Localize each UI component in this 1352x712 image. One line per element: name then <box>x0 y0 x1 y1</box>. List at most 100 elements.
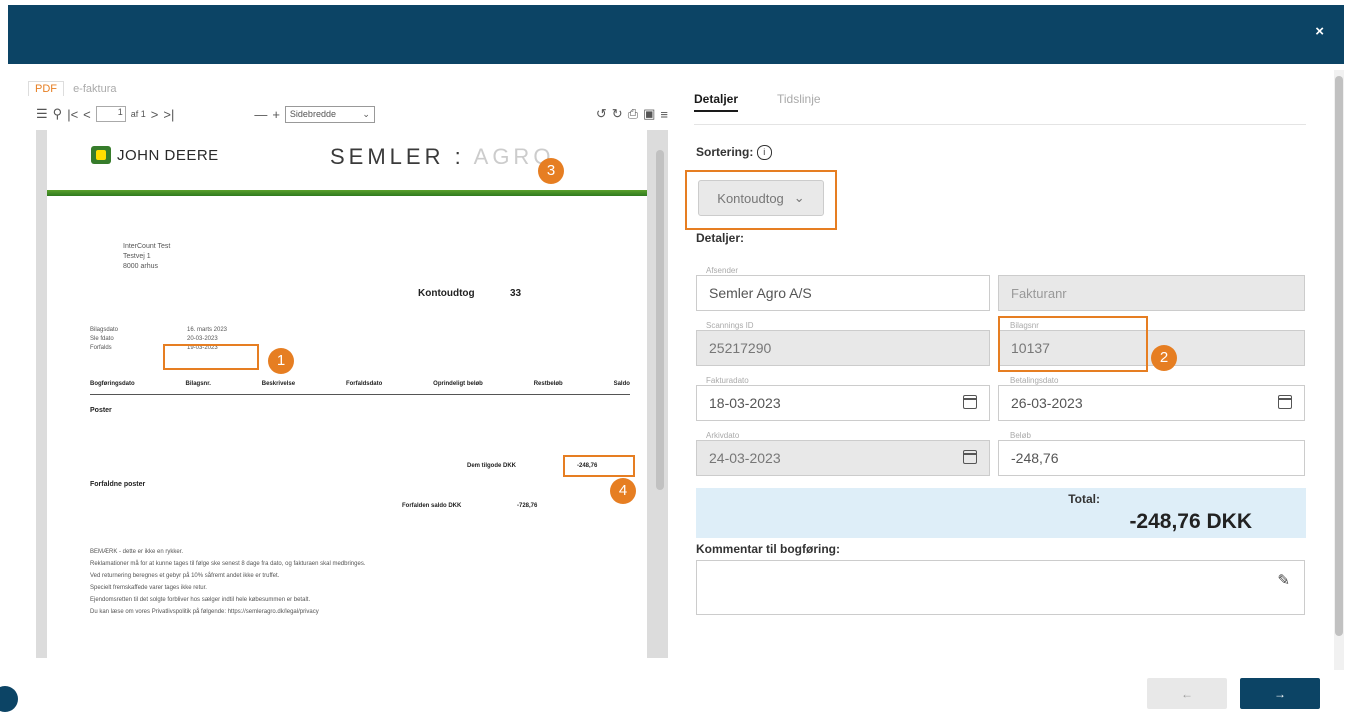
scan-id-value: 25217290 <box>709 340 772 356</box>
section-overdue-label: Forfaldne poster <box>90 481 146 488</box>
pdf-toolbar: ☰ ⚲ |< < 1 af 1 > >| — + Sidebredde ⌄ ↺ ↻… <box>36 101 668 127</box>
sender-label: Afsender <box>706 266 739 275</box>
total-label: Total: <box>1068 492 1100 506</box>
close-icon[interactable]: × <box>1315 23 1324 40</box>
prev-page-icon[interactable]: < <box>83 107 91 122</box>
sidebar-toggle-icon[interactable]: ☰ <box>36 106 48 122</box>
section-overdue: Forfaldne poster <box>90 480 145 489</box>
section-posts: Poster <box>90 406 112 415</box>
marker-badge-3: 3 <box>538 158 564 184</box>
panel-scrollbar[interactable] <box>1334 70 1344 670</box>
calendar-icon[interactable] <box>963 395 977 409</box>
overdue-total-amount: -728,76 <box>517 503 538 509</box>
details-label: Detaljer: <box>696 231 745 245</box>
meta-labels: Bilagsdato Sle fdato Forfalds <box>90 326 118 353</box>
page-number-input[interactable]: 1 <box>95 106 126 122</box>
menu-icon[interactable]: ≡ <box>660 107 668 122</box>
address-line: Testvej 1 <box>123 253 151 260</box>
print-icon[interactable]: ⎙ <box>628 106 638 122</box>
download-icon[interactable]: ▣ <box>643 106 655 122</box>
meta-label: Sle fdato <box>90 336 114 342</box>
john-deere-text: JOHN DEERE <box>117 146 219 164</box>
divider <box>90 394 630 395</box>
sorting-label: Sortering: i <box>696 145 772 161</box>
zoom-in-icon[interactable]: + <box>272 107 280 122</box>
pay-date-field[interactable]: 26-03-2023 <box>998 385 1305 421</box>
calendar-icon[interactable] <box>1278 395 1292 409</box>
pay-date-label: Betalingsdato <box>1010 376 1059 385</box>
due-total-label: Dem tilgode DKK <box>467 462 516 471</box>
sorting-value: Kontoudtog <box>717 190 784 206</box>
total-panel: Total: -248,76 DKK <box>696 488 1306 538</box>
comment-label: Kommentar til bogføring: <box>696 542 840 556</box>
pdf-tab-bar: PDF e-faktura <box>28 81 122 96</box>
col-header: Forfaldsdato <box>345 381 383 387</box>
zoom-select-value: Sidebredde <box>289 109 336 119</box>
sorting-dropdown[interactable]: Kontoudtog ⌄ <box>698 180 824 216</box>
last-page-icon[interactable]: >| <box>163 107 174 122</box>
pdf-viewport[interactable]: JOHN DEERE SEMLER : AGRO InterCount Test… <box>36 130 668 658</box>
info-icon[interactable]: i <box>756 145 772 161</box>
tab-details[interactable]: Detaljer <box>694 92 739 112</box>
meta-label: Bilagsdato <box>90 327 119 333</box>
zoom-select[interactable]: Sidebredde ⌄ <box>284 105 375 123</box>
previous-button[interactable]: ← <box>1147 678 1227 709</box>
footer-notes: BEMÆRK - dette er ikke en rykker. Reklam… <box>90 546 365 618</box>
amount-label: Beløb <box>1010 431 1031 440</box>
calendar-icon <box>963 450 977 464</box>
semler-agro-logo: SEMLER : AGRO <box>330 144 554 170</box>
address-line: 8000 arhus <box>123 263 159 270</box>
footer-line: Ejendomsretten til det solgte forbliver … <box>90 597 311 603</box>
tab-pdf[interactable]: PDF <box>28 81 64 96</box>
semler-text: SEMLER <box>330 144 445 169</box>
highlight-box-2 <box>998 316 1148 372</box>
scrollbar-thumb[interactable] <box>1335 76 1343 636</box>
pay-date-value: 26-03-2023 <box>1011 395 1083 411</box>
brand-stripe <box>47 190 647 196</box>
marker-badge-2: 2 <box>1151 345 1177 371</box>
invoice-date-value: 18-03-2023 <box>709 395 781 411</box>
next-page-icon[interactable]: > <box>151 107 159 122</box>
highlight-box-1 <box>163 344 259 370</box>
overdue-total-text: Forfalden saldo DKK <box>402 503 462 509</box>
amount-value: -248,76 <box>1011 450 1059 466</box>
archive-date-field[interactable]: 24-03-2023 <box>696 440 990 476</box>
footer-line: Ved returnering beregnes et gebyr på 10%… <box>90 573 280 579</box>
marker-badge-1: 1 <box>268 348 294 374</box>
doc-title: Kontoudtog <box>418 288 475 299</box>
footer-line: BEMÆRK - dette er ikke en rykker. <box>90 549 184 555</box>
col-header: Bilagsnr. <box>185 381 211 387</box>
sender-field[interactable]: Semler Agro A/S <box>696 275 990 311</box>
tab-e-faktura[interactable]: e-faktura <box>67 82 122 96</box>
pencil-icon[interactable]: ✎ <box>1277 571 1290 589</box>
pdf-scrollbar[interactable] <box>656 150 664 490</box>
archive-date-value: 24-03-2023 <box>709 450 781 466</box>
scan-id-field[interactable]: 25217290 <box>696 330 990 366</box>
zoom-out-icon[interactable]: — <box>254 107 267 122</box>
col-header: Oprindeligt beløb <box>433 381 483 387</box>
invoice-date-field[interactable]: 18-03-2023 <box>696 385 990 421</box>
next-button[interactable]: → <box>1240 678 1320 709</box>
sorting-label-text: Sortering: <box>696 145 754 159</box>
pdf-page: JOHN DEERE SEMLER : AGRO InterCount Test… <box>47 130 647 658</box>
chat-bubble-icon[interactable] <box>0 686 18 712</box>
invoice-number-field[interactable]: Fakturanr <box>998 275 1305 311</box>
marker-badge-4: 4 <box>610 478 636 504</box>
deer-icon <box>91 146 111 164</box>
first-page-icon[interactable]: |< <box>67 107 78 122</box>
rotate-right-icon[interactable]: ↻ <box>612 106 623 122</box>
scan-id-label: Scannings ID <box>706 321 754 330</box>
highlight-box-4 <box>563 455 635 477</box>
comment-textarea[interactable]: ✎ <box>696 560 1305 615</box>
sender-value: Semler Agro A/S <box>709 285 812 301</box>
footer-line: Du kan læse om vores Privatlivspolitik p… <box>90 609 319 615</box>
due-total-text: Dem tilgode DKK <box>467 463 517 469</box>
rotate-left-icon[interactable]: ↺ <box>596 106 607 122</box>
john-deere-logo: JOHN DEERE <box>91 146 219 164</box>
footer-line: Specielt fremskaffede varer tages ikke r… <box>90 585 207 591</box>
search-icon[interactable]: ⚲ <box>53 106 63 122</box>
tab-timeline[interactable]: Tidslinje <box>777 92 821 106</box>
table-header: Bogføringsdato Bilagsnr. Beskrivelse For… <box>90 380 630 389</box>
overdue-total-value: -728,76 <box>517 502 537 511</box>
amount-field[interactable]: -248,76 <box>998 440 1305 476</box>
